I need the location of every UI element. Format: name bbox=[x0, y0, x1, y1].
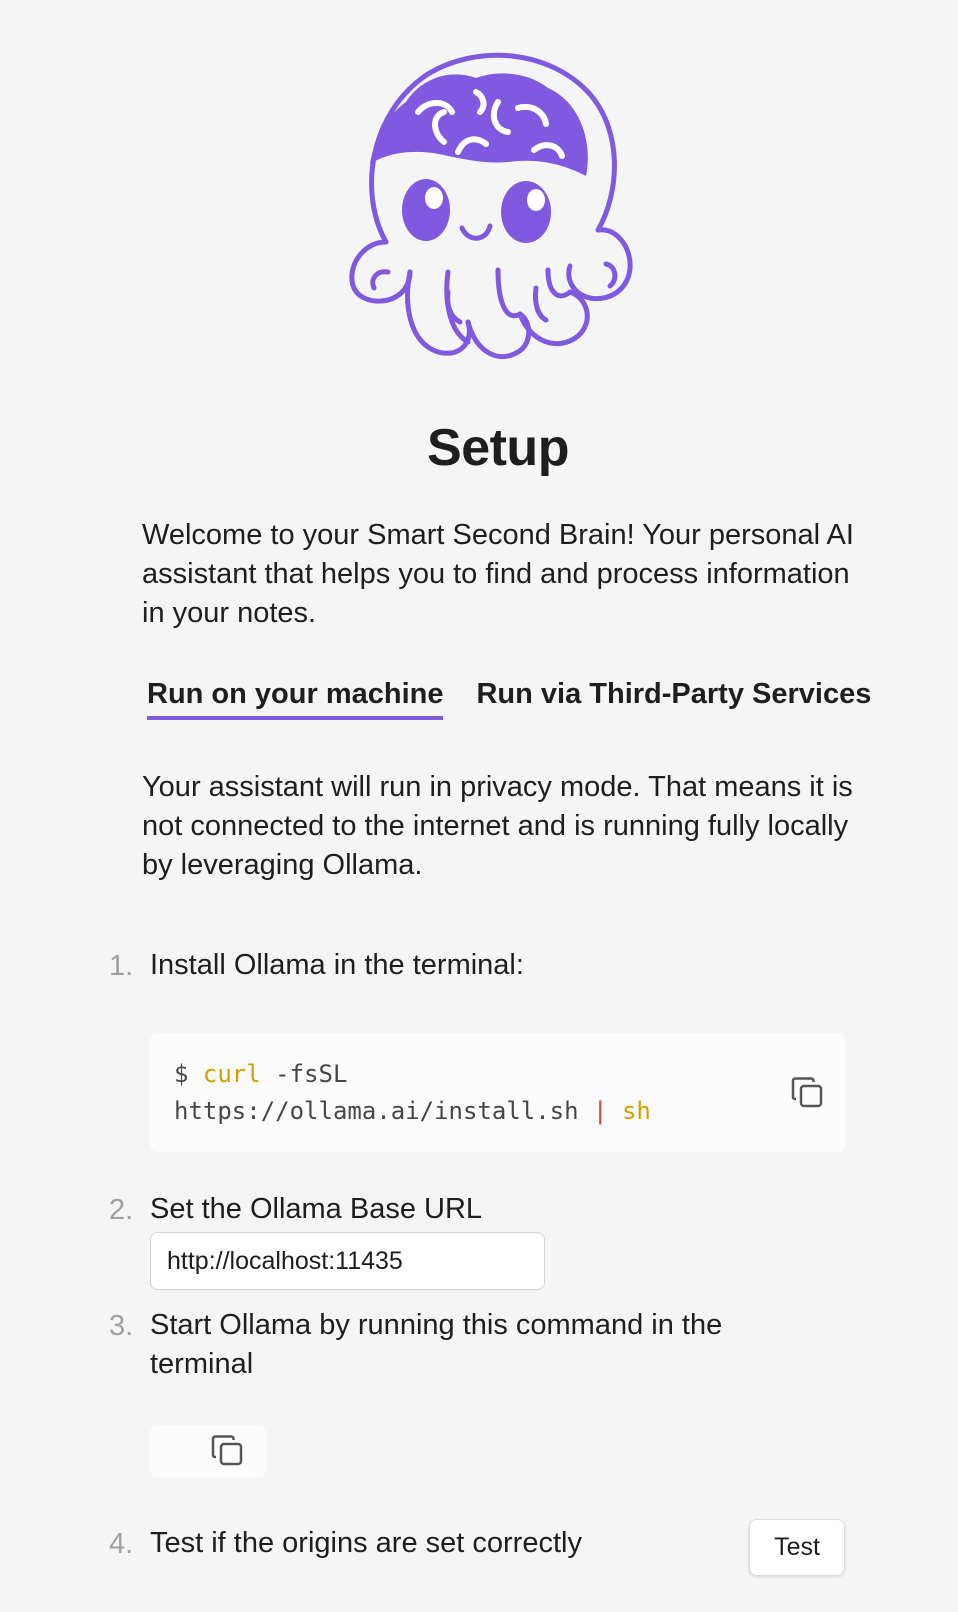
privacy-description: Your assistant will run in privacy mode.… bbox=[142, 771, 853, 881]
tab-run-on-machine[interactable]: Run on your machine bbox=[147, 678, 444, 720]
copy-icon[interactable] bbox=[208, 1431, 248, 1471]
setup-page: Setup Welcome to your Smart Second Brain… bbox=[0, 0, 958, 1612]
code-command: curl bbox=[202, 1060, 261, 1088]
install-code-block: $ curl -fsSL https://ollama.ai/install.s… bbox=[150, 1033, 846, 1152]
step-number: 4. bbox=[109, 1528, 134, 1560]
step-text: Install Ollama in the terminal: bbox=[150, 949, 524, 981]
step-number: 3. bbox=[109, 1310, 134, 1342]
copy-icon[interactable] bbox=[788, 1073, 828, 1113]
step-text: Start Ollama by running this command in … bbox=[150, 1309, 723, 1380]
test-button[interactable]: Test bbox=[749, 1519, 845, 1576]
code-url: https://ollama.ai/install.sh bbox=[174, 1097, 579, 1125]
setup-tabs: Run on your machine Run via Third-Party … bbox=[147, 678, 871, 720]
step-text: Test if the origins are set correctly bbox=[150, 1527, 582, 1559]
octopus-brain-logo bbox=[349, 52, 633, 360]
ollama-base-url-input[interactable] bbox=[150, 1232, 545, 1290]
code-flag: -fsSL bbox=[275, 1060, 348, 1088]
step-number: 2. bbox=[109, 1194, 134, 1226]
page-title: Setup bbox=[427, 419, 569, 477]
step-text: Set the Ollama Base URL bbox=[150, 1193, 483, 1225]
code-prompt: $ bbox=[174, 1060, 189, 1088]
step-number: 1. bbox=[109, 950, 134, 982]
welcome-text: Welcome to your Smart Second Brain! Your… bbox=[142, 519, 854, 629]
start-command-block bbox=[150, 1425, 266, 1478]
tab-third-party-services[interactable]: Run via Third-Party Services bbox=[476, 678, 871, 720]
code-pipe: | bbox=[593, 1097, 608, 1125]
code-shell: sh bbox=[621, 1097, 651, 1125]
